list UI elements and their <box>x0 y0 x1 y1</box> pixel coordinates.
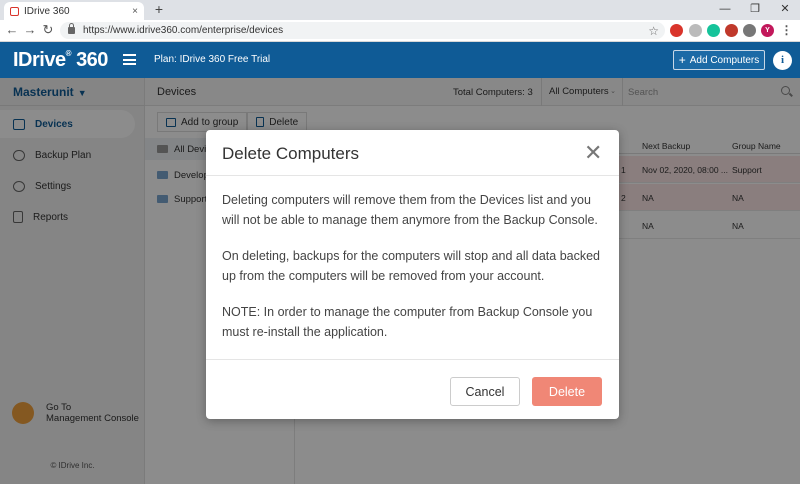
app-header: IDrive® 360 Plan: IDrive 360 Free Trial … <box>0 42 800 78</box>
extension-gray-icon[interactable] <box>689 24 702 37</box>
add-computers-label: Add Computers <box>689 54 760 66</box>
address-bar[interactable]: https://www.idrive360.com/enterprise/dev… <box>60 22 665 39</box>
restore-button[interactable]: ❐ <box>740 0 770 20</box>
extension-grammarly-icon[interactable] <box>707 24 720 37</box>
logo-reg: ® <box>65 49 72 58</box>
reload-button[interactable]: ↻ <box>40 22 56 38</box>
extension-abp-icon[interactable] <box>670 24 683 37</box>
window-close-button[interactable]: ✕ <box>770 0 800 20</box>
delete-computers-dialog: Delete Computers ✕ Deleting computers wi… <box>206 130 619 419</box>
dialog-paragraph-2: On deleting, backups for the computers w… <box>222 249 600 283</box>
forward-button[interactable]: → <box>22 22 38 38</box>
tab-title: IDrive 360 <box>24 5 70 17</box>
idrive-favicon-icon <box>10 6 19 16</box>
hamburger-menu-icon[interactable] <box>123 54 136 65</box>
dialog-header: Delete Computers ✕ <box>206 130 619 176</box>
cancel-button[interactable]: Cancel <box>450 377 520 406</box>
url-text: https://www.idrive360.com/enterprise/dev… <box>83 25 284 36</box>
dialog-title: Delete Computers <box>222 144 360 163</box>
delete-button[interactable]: Delete <box>532 377 602 406</box>
logo-suffix: 360 <box>76 49 108 71</box>
bookmark-star-icon[interactable]: ☆ <box>648 24 659 38</box>
dialog-paragraph-1: Deleting computers will remove them from… <box>222 193 598 227</box>
idrive-logo: IDrive® 360 <box>13 49 108 72</box>
dialog-body: Deleting computers will remove them from… <box>222 190 604 358</box>
browser-tab[interactable]: IDrive 360 × <box>4 2 144 20</box>
info-icon[interactable]: i <box>773 51 792 70</box>
dialog-note: NOTE: In order to manage the computer fr… <box>222 305 593 339</box>
browser-toolbar: ← → ↻ https://www.idrive360.com/enterpri… <box>0 20 800 42</box>
add-computers-button[interactable]: + Add Computers <box>673 50 765 70</box>
browser-menu-icon[interactable]: ⋮ <box>780 24 793 37</box>
plan-label: Plan: IDrive 360 Free Trial <box>154 54 271 65</box>
profile-avatar[interactable]: Y <box>761 24 774 37</box>
tab-close-icon[interactable]: × <box>132 6 138 17</box>
logo-text: IDrive <box>13 49 66 71</box>
new-tab-button[interactable]: + <box>151 1 167 17</box>
dialog-footer: Cancel Delete <box>206 359 619 419</box>
back-button[interactable]: ← <box>4 22 20 38</box>
plus-icon: + <box>678 53 686 67</box>
browser-tab-strip: IDrive 360 × + — ❐ ✕ <box>0 0 800 20</box>
minimize-button[interactable]: — <box>710 0 740 20</box>
extension-red-icon[interactable] <box>725 24 738 37</box>
extensions-puzzle-icon[interactable] <box>743 24 756 37</box>
close-icon[interactable]: ✕ <box>584 142 602 164</box>
lock-icon <box>68 23 75 34</box>
